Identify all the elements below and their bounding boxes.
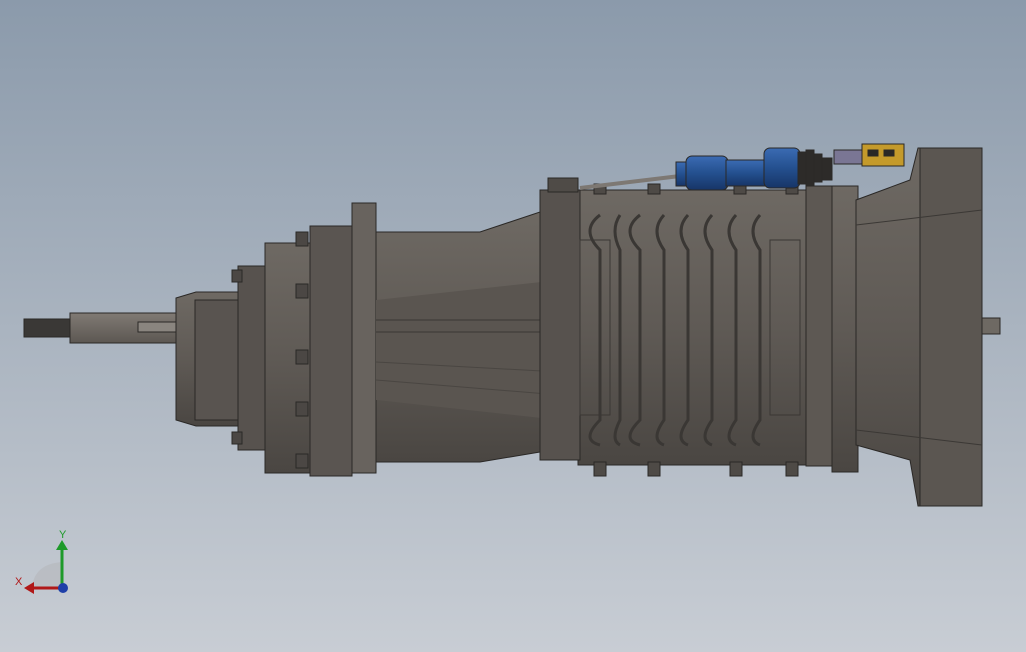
x-axis-arrow bbox=[24, 582, 34, 594]
input-shaft-stub bbox=[981, 317, 1001, 335]
sensor bbox=[861, 143, 905, 167]
graphics-viewport[interactable]: Y X bbox=[0, 0, 1026, 652]
y-axis-label: Y bbox=[59, 529, 67, 541]
triad-plane bbox=[32, 562, 62, 588]
view-triad: Y X bbox=[10, 528, 80, 598]
gear-housing bbox=[577, 189, 809, 466]
model-view[interactable] bbox=[0, 0, 1026, 652]
z-axis-dot bbox=[58, 583, 68, 593]
flange bbox=[351, 202, 377, 474]
rear-plate bbox=[237, 265, 269, 451]
intermediate-plate bbox=[805, 185, 835, 467]
output-shaft-tip bbox=[23, 318, 73, 338]
x-axis-label: X bbox=[15, 576, 23, 588]
y-axis-arrow bbox=[56, 540, 68, 550]
